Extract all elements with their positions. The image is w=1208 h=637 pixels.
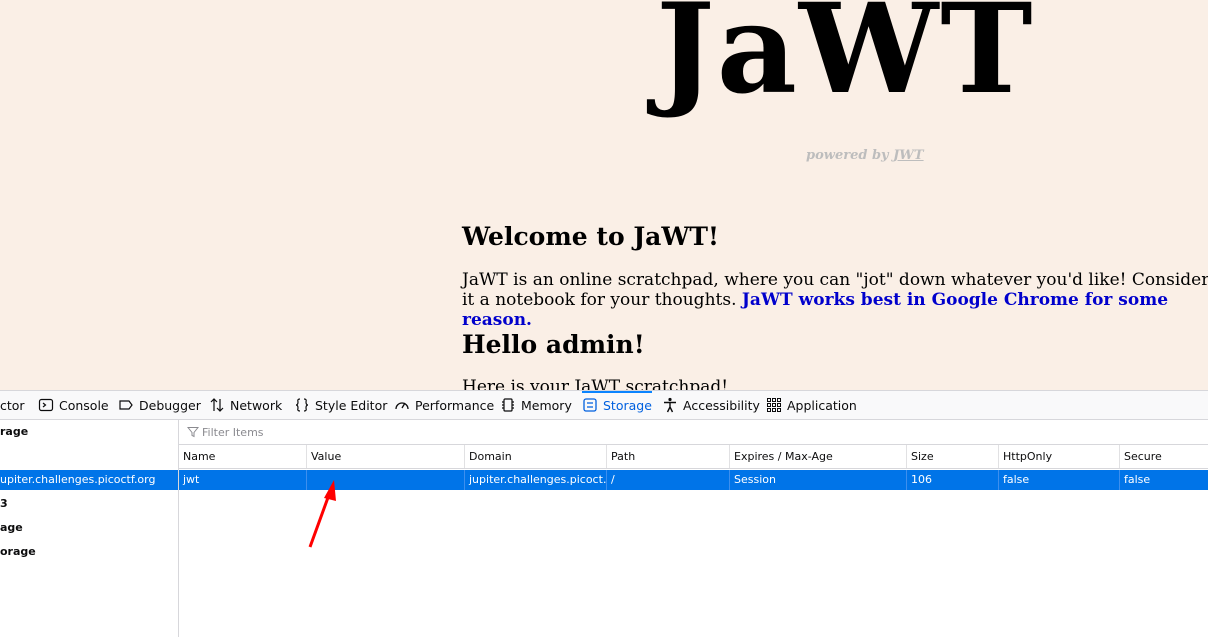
web-page: JaWT powered by JWT Welcome to JaWT! JaW…: [0, 0, 1208, 390]
tab-label: Memory: [521, 397, 572, 413]
filter-bar[interactable]: Filter Items: [179, 420, 1208, 445]
application-icon: [767, 398, 781, 412]
filter-input[interactable]: Filter Items: [202, 426, 264, 439]
welcome-heading: Welcome to JaWT!: [462, 222, 720, 251]
tab-label: Performance: [415, 397, 495, 413]
tab-label: ctor: [0, 397, 25, 413]
tab-inspector[interactable]: ctor: [0, 391, 25, 419]
scratchpad-link[interactable]: JaWT scratchpad: [574, 377, 721, 390]
tab-storage[interactable]: Storage: [582, 391, 652, 419]
devtools-panel: ctor Console Debugger Network Style Edit…: [0, 390, 1208, 637]
tab-label: Storage: [603, 397, 652, 413]
performance-icon: [395, 402, 409, 410]
storage-sidebar: rage upiter.challenges.picoctf.org 3 age…: [0, 420, 179, 637]
tab-style-editor[interactable]: Style Editor: [294, 391, 387, 419]
column-header-domain[interactable]: Domain: [465, 445, 607, 468]
column-header-httponly[interactable]: HttpOnly: [999, 445, 1120, 468]
tab-label: Accessibility: [683, 397, 760, 413]
column-header-path[interactable]: Path: [607, 445, 730, 468]
filter-icon: [187, 427, 199, 438]
intro-paragraph: JaWT is an online scratchpad, where you …: [462, 270, 1208, 330]
sidebar-item-cookie-host[interactable]: upiter.challenges.picoctf.org: [0, 470, 178, 490]
cell-httponly[interactable]: false: [999, 470, 1120, 490]
tab-label: Debugger: [139, 397, 201, 413]
network-icon: [210, 398, 224, 412]
tab-accessibility[interactable]: Accessibility: [662, 391, 760, 419]
memory-icon: [502, 398, 514, 412]
annotation-arrow-icon: [308, 480, 336, 548]
cell-expires[interactable]: Session: [730, 470, 907, 490]
tab-application[interactable]: Application: [766, 391, 857, 419]
devtools-toolbar: ctor Console Debugger Network Style Edit…: [0, 391, 1208, 420]
console-icon: [38, 398, 54, 412]
tab-label: Console: [59, 397, 109, 413]
sidebar-item-storage[interactable]: rage: [0, 422, 28, 442]
sidebar-item-session-storage[interactable]: orage: [0, 542, 36, 562]
style-editor-icon: [295, 398, 309, 412]
column-header-expires[interactable]: Expires / Max-Age: [730, 445, 907, 468]
tab-network[interactable]: Network: [209, 391, 282, 419]
accessibility-icon: [664, 397, 676, 413]
tab-label: Style Editor: [315, 397, 388, 413]
tab-memory[interactable]: Memory: [500, 391, 572, 419]
sidebar-item-local-storage[interactable]: age: [0, 518, 23, 538]
site-logo: JaWT: [656, 0, 1035, 122]
cell-name[interactable]: jwt: [179, 470, 307, 490]
tab-label: Application: [787, 397, 857, 413]
table-header: Name Value Domain Path Expires / Max-Age…: [179, 445, 1208, 469]
cell-path[interactable]: /: [607, 470, 730, 490]
column-header-size[interactable]: Size: [907, 445, 999, 468]
column-header-name[interactable]: Name: [179, 445, 307, 468]
debugger-icon: [119, 400, 133, 410]
column-header-secure[interactable]: Secure: [1120, 445, 1208, 468]
tab-label: Network: [230, 397, 283, 413]
sidebar-item-indexeddb[interactable]: 3: [0, 494, 8, 514]
hello-heading: Hello admin!: [462, 330, 645, 359]
cell-size[interactable]: 106: [907, 470, 999, 490]
storage-icon: [583, 398, 597, 412]
cell-secure[interactable]: false: [1120, 470, 1208, 490]
column-header-value[interactable]: Value: [307, 445, 465, 468]
powered-by-text: powered by JWT: [806, 148, 924, 163]
jwt-link[interactable]: JWT: [893, 148, 923, 163]
tab-debugger[interactable]: Debugger: [118, 391, 201, 419]
cell-domain[interactable]: jupiter.challenges.picoct…: [465, 470, 607, 490]
tab-console[interactable]: Console: [38, 391, 109, 419]
scratchpad-paragraph: Here is your JaWT scratchpad!: [462, 377, 728, 390]
tab-performance[interactable]: Performance: [394, 391, 494, 419]
